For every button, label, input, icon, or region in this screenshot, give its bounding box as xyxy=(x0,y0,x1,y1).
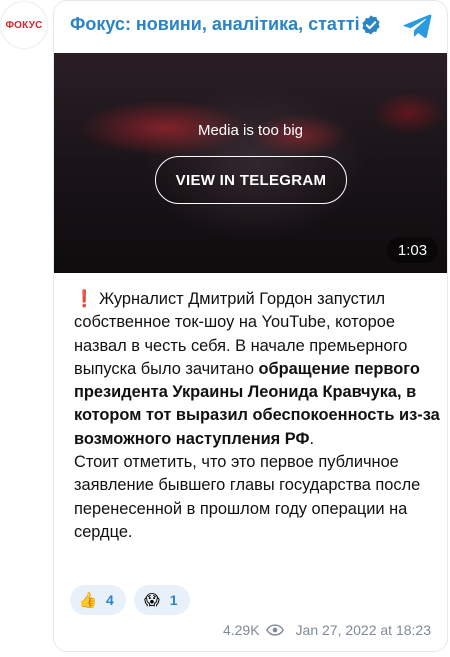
reaction-thumbs-up[interactable]: 👍 4 xyxy=(70,585,126,615)
reaction-count: 4 xyxy=(106,592,114,608)
telegram-post-widget: ФОКУС Фокус: новини, аналітика, статті M… xyxy=(0,0,450,657)
post-footer: 4.29K Jan 27, 2022 at 18:23 xyxy=(223,622,431,638)
verified-check-icon xyxy=(362,15,380,35)
eye-icon xyxy=(265,624,284,636)
post-text-part-2: . xyxy=(309,429,315,448)
exclamation-emoji: ❗️ xyxy=(74,290,95,308)
post-date-link[interactable]: Jan 27, 2022 at 18:23 xyxy=(296,622,431,638)
media-too-big-label: Media is too big xyxy=(197,122,304,139)
video-preview: Media is too big VIEW IN TELEGRAM 1:03 xyxy=(54,53,447,273)
screaming-face-emoji-icon: 😱 xyxy=(143,592,160,609)
reactions-bar: 👍 4 😱 1 xyxy=(70,585,190,615)
view-in-telegram-button[interactable]: VIEW IN TELEGRAM xyxy=(155,156,347,204)
post-header: Фокус: новини, аналітика, статті xyxy=(54,1,447,51)
video-duration-badge: 1:03 xyxy=(387,237,438,263)
avatar-logo-text: ФОКУС xyxy=(5,19,43,31)
thumbs-up-emoji-icon: 👍 xyxy=(78,592,98,609)
channel-name-link[interactable]: Фокус: новини, аналітика, статті xyxy=(70,14,360,35)
post-text-part-3: Стоит отметить, что это первое публичное… xyxy=(74,453,421,541)
views-count: 4.29K xyxy=(222,622,260,638)
post-text: ❗️ Журналист Дмитрий Гордон запустил соб… xyxy=(74,288,444,544)
telegram-plane-icon[interactable] xyxy=(402,13,432,39)
reaction-count: 1 xyxy=(169,592,178,608)
channel-avatar[interactable]: ФОКУС xyxy=(1,2,47,48)
message-card: Фокус: новини, аналітика, статті Media i… xyxy=(53,0,448,652)
reaction-screaming-face[interactable]: 😱 1 xyxy=(133,585,190,615)
